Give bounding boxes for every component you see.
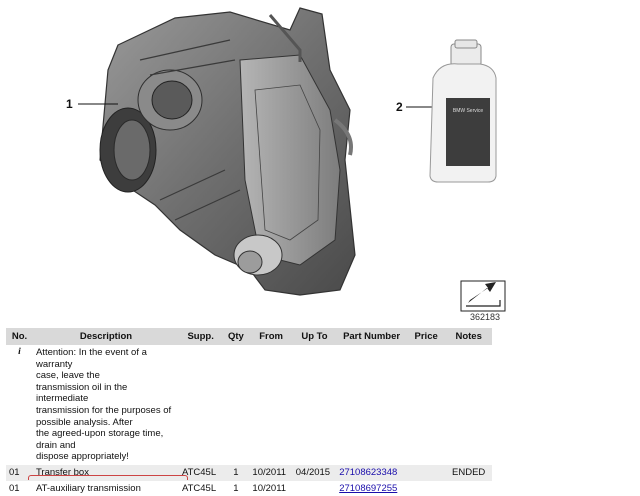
header-up-to: Up To: [292, 328, 337, 345]
table-row: 01 AT-auxiliary transmission ATC45L 1 10…: [6, 481, 492, 496]
info-line: transmission for the purposes of: [35, 404, 172, 416]
cell-part-number[interactable]: 27108697255: [336, 481, 407, 496]
info-row: i Attention: In the event of a warranty …: [6, 345, 492, 465]
header-notes: Notes: [445, 328, 492, 345]
cell-from: 10/2011: [252, 482, 287, 494]
info-line: case, leave the: [35, 370, 100, 382]
table-header-row: No. Description Supp. Qty From Up To Par…: [6, 328, 492, 345]
header-from: From: [249, 328, 293, 345]
part-number-link[interactable]: 27108697255: [339, 483, 397, 494]
arrow-stamp-icon: [460, 280, 506, 312]
info-line: transmission oil in the intermediate: [35, 381, 128, 405]
info-text: Attention: In the event of a warranty ca…: [33, 345, 179, 465]
diagram-id: 362183: [469, 312, 501, 322]
info-line: the agreed-upon storage time,: [35, 428, 164, 440]
cell-qty: 1: [233, 482, 239, 494]
header-price: Price: [406, 328, 446, 345]
info-line: Attention: In the event of a warranty: [35, 347, 147, 370]
cell-description: AT-auxiliary transmission: [35, 482, 141, 494]
header-description: Description: [32, 328, 179, 345]
cell-up-to: [293, 481, 336, 496]
table-row-partial: [6, 475, 492, 480]
info-line: dispose appropriately!: [35, 451, 129, 463]
header-no: No.: [6, 328, 33, 345]
info-icon: i: [18, 347, 21, 357]
parts-diagram: BMW Service 1 2 362183: [0, 0, 640, 330]
highlight-outline: [28, 475, 188, 480]
cell-no: 01: [9, 482, 20, 494]
parts-table: No. Description Supp. Qty From Up To Par…: [6, 328, 492, 496]
info-line: drain and: [35, 439, 76, 451]
cell-notes: [445, 481, 492, 496]
header-qty: Qty: [222, 328, 250, 345]
header-part-number: Part Number: [336, 328, 407, 345]
cell-price: [407, 481, 445, 496]
header-supp: Supp.: [178, 328, 223, 345]
callout-1: 1: [66, 97, 73, 111]
cell-supp: ATC45L: [181, 482, 217, 494]
info-line: possible analysis. After: [35, 416, 133, 428]
callout-2: 2: [396, 100, 403, 114]
